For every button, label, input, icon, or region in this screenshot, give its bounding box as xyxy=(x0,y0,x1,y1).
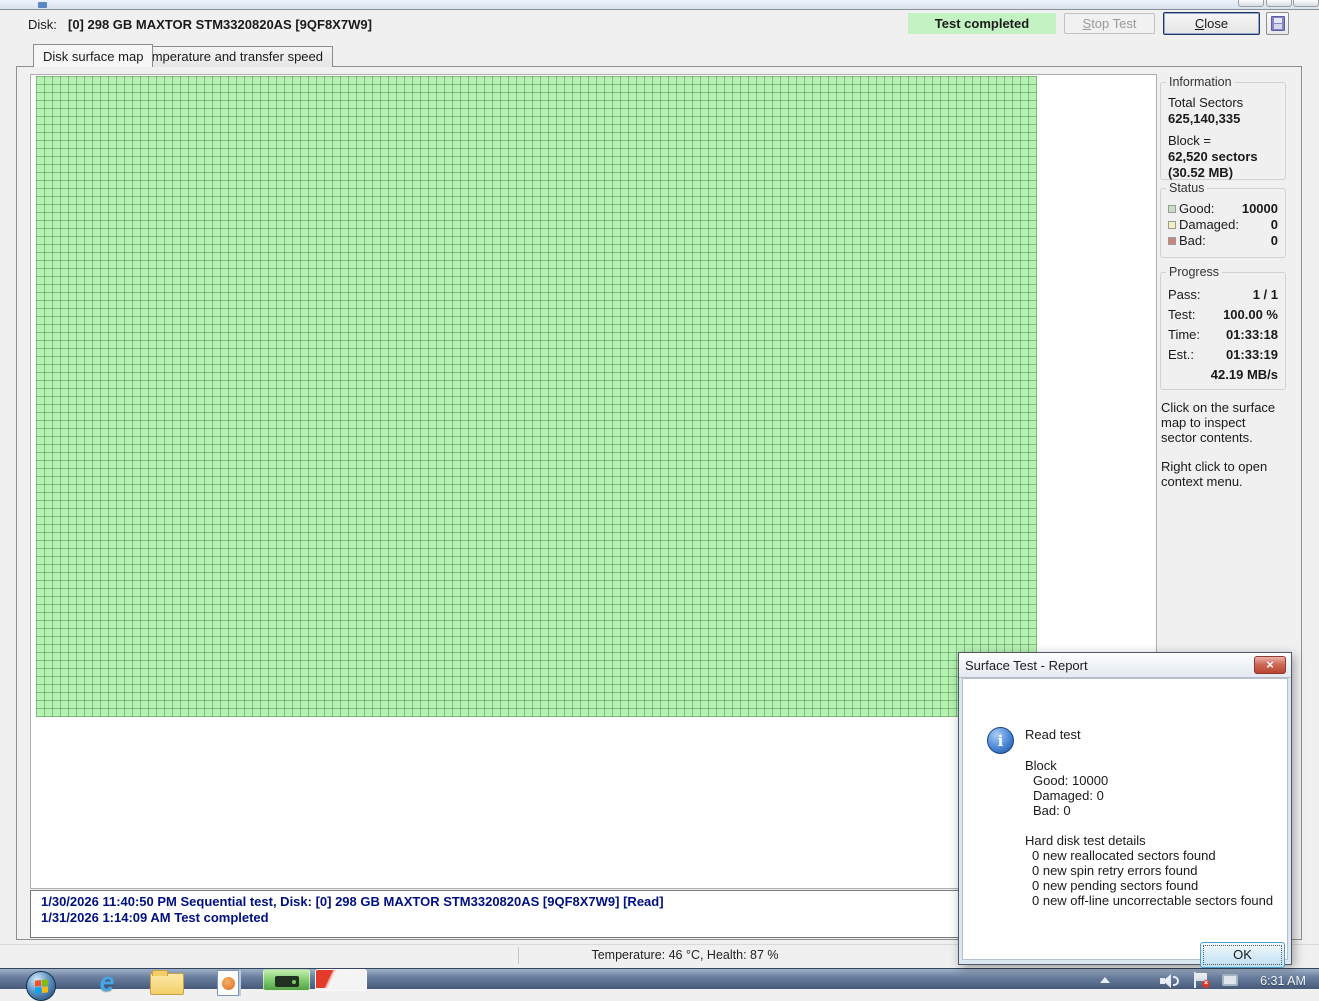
floppy-disk-icon xyxy=(1271,16,1285,31)
progress-row-time: Time: 01:33:18 xyxy=(1168,325,1278,345)
bad-label: Bad: xyxy=(1179,233,1206,248)
speed-value: 42.19 MB/s xyxy=(1210,367,1278,382)
windows-logo-icon xyxy=(35,979,48,994)
explorer-folder-icon[interactable] xyxy=(150,970,184,995)
internet-explorer-icon[interactable]: e xyxy=(93,969,121,997)
close-window-button-sliver[interactable] xyxy=(1293,0,1319,7)
block-label: Block = xyxy=(1168,133,1211,148)
detail-line: 0 new spin retry errors found xyxy=(1032,863,1198,878)
volume-icon[interactable] xyxy=(1160,974,1180,988)
taskbar-app-green[interactable] xyxy=(263,969,310,991)
status-row-damaged: Damaged: 0 xyxy=(1168,217,1278,233)
test-value: 100.00 % xyxy=(1223,307,1278,322)
status-row-good: Good: 10000 xyxy=(1168,201,1278,217)
info-icon: i xyxy=(987,727,1014,754)
est-label: Est.: xyxy=(1168,347,1195,362)
speed-label xyxy=(1168,365,1211,385)
pass-label: Pass: xyxy=(1168,287,1201,302)
status-title: Status xyxy=(1166,181,1208,195)
network-monitor-icon[interactable] xyxy=(1222,974,1238,986)
est-value: 01:33:19 xyxy=(1225,347,1278,362)
hard-disk-icon xyxy=(275,976,299,987)
hint-context-menu: Right click to open context menu. xyxy=(1161,459,1268,489)
damaged-color-chip xyxy=(1168,221,1176,229)
tab-disk-surface-map[interactable]: Disk surface map xyxy=(33,44,154,67)
progress-row-pass: Pass: 1 / 1 xyxy=(1168,285,1278,305)
good-value: 10000 xyxy=(1241,201,1278,216)
close-button[interactable]: Close xyxy=(1163,12,1260,35)
dialog-title: Surface Test - Report xyxy=(965,658,1088,673)
progress-row-speed: 42.19 MB/s xyxy=(1168,365,1278,385)
information-groupbox: Information Total Sectors 625,140,335 Bl… xyxy=(1160,75,1286,180)
dialog-close-icon[interactable]: × xyxy=(1254,656,1286,674)
action-center-flag-icon[interactable]: × xyxy=(1192,972,1210,988)
status-row-bad: Bad: 0 xyxy=(1168,233,1278,249)
block-value: 62,520 sectors xyxy=(1168,149,1258,164)
dialog-body: i Read test Block Good: 10000 Damaged: 0… xyxy=(962,678,1288,968)
stop-test-label: Stop Test xyxy=(1082,16,1137,31)
maximize-button-sliver[interactable] xyxy=(1266,0,1292,7)
dialog-titlebar[interactable]: Surface Test - Report × xyxy=(959,653,1291,678)
information-title: Information xyxy=(1166,75,1235,89)
block-bad: Bad: 0 xyxy=(1033,803,1071,818)
time-label: Time: xyxy=(1168,327,1201,342)
bad-color-chip xyxy=(1168,237,1176,245)
document-app-icon[interactable] xyxy=(217,970,239,996)
stop-test-button: Stop Test xyxy=(1064,13,1155,34)
total-sectors-label: Total Sectors xyxy=(1168,95,1244,110)
good-color-chip xyxy=(1168,205,1176,213)
tab-temperature-transfer-speed[interactable]: Temperature and transfer speed xyxy=(128,46,333,67)
progress-row-est: Est.: 01:33:19 xyxy=(1168,345,1278,365)
window-titlebar-sliver xyxy=(0,0,1319,10)
taskbar-clock[interactable]: 6:31 AM xyxy=(1252,974,1314,988)
save-report-button[interactable] xyxy=(1266,12,1289,35)
surface-test-report-dialog: Surface Test - Report × i Read test Bloc… xyxy=(958,652,1292,968)
damaged-label: Damaged: xyxy=(1179,217,1239,232)
details-title: Hard disk test details xyxy=(1025,833,1146,848)
sidebar-hints: Click on the surface map to inspect sect… xyxy=(1161,400,1283,489)
progress-groupbox: Progress Pass: 1 / 1 Test: 100.00 % Time… xyxy=(1160,265,1286,390)
ok-button[interactable]: OK xyxy=(1200,942,1285,968)
surface-map-grid[interactable] xyxy=(36,76,1037,717)
time-value: 01:33:18 xyxy=(1225,327,1278,342)
disk-label: Disk: xyxy=(28,17,57,32)
start-button[interactable] xyxy=(26,971,56,1001)
block-size: (30.52 MB) xyxy=(1168,165,1234,180)
detail-line: 0 new pending sectors found xyxy=(1032,878,1199,893)
test-label: Test: xyxy=(1168,307,1196,322)
detail-line: 0 new off-line uncorrectable sectors fou… xyxy=(1032,893,1274,908)
minimize-button-sliver[interactable] xyxy=(1238,0,1264,7)
test-status-badge: Test completed xyxy=(908,13,1056,34)
window-icon xyxy=(38,2,47,8)
disk-value: [0] 298 GB MAXTOR STM3320820AS [9QF8X7W9… xyxy=(68,17,372,32)
block-damaged: Damaged: 0 xyxy=(1033,788,1104,803)
progress-title: Progress xyxy=(1166,265,1223,279)
bad-value: 0 xyxy=(1270,233,1278,248)
damaged-value: 0 xyxy=(1270,217,1278,232)
status-groupbox: Status Good: 10000 Damaged: 0 Bad: 0 xyxy=(1160,181,1286,258)
dialog-heading: Read test xyxy=(1025,727,1081,742)
taskbar xyxy=(0,968,1319,989)
hint-inspect: Click on the surface map to inspect sect… xyxy=(1161,400,1276,445)
block-title: Block xyxy=(1025,758,1057,773)
taskbar-app-red[interactable] xyxy=(315,969,367,991)
total-sectors-value: 625,140,335 xyxy=(1168,111,1241,126)
detail-line: 0 new reallocated sectors found xyxy=(1032,848,1216,863)
good-label: Good: xyxy=(1179,201,1215,216)
progress-row-test: Test: 100.00 % xyxy=(1168,305,1278,325)
block-good: Good: 10000 xyxy=(1033,773,1109,788)
close-label: Close xyxy=(1194,16,1229,31)
statusbar-divider xyxy=(518,947,519,964)
temperature-health-status: Temperature: 46 °C, Health: 87 % xyxy=(591,948,779,962)
tray-expand-chevron-icon[interactable] xyxy=(1100,977,1110,983)
pass-value: 1 / 1 xyxy=(1252,287,1278,302)
